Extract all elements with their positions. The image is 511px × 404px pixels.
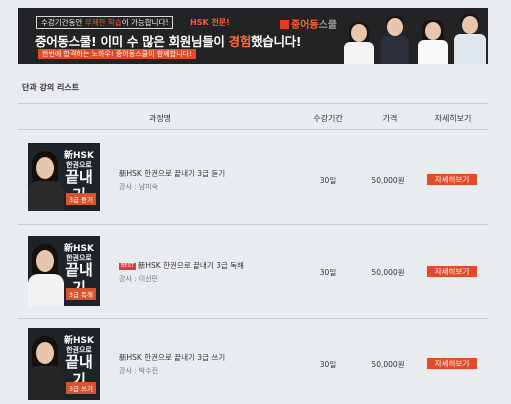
section-title: 단과 강의 리스트 <box>22 83 80 92</box>
thumbnail-level-badge: 3급 독해 <box>65 288 96 300</box>
detail-button[interactable]: 자세히보기 <box>427 266 477 277</box>
course-period: 30일 <box>319 176 337 185</box>
course-thumbnail[interactable]: 新HSK 한권으로 끝내기 3급 쓰기 <box>28 328 100 400</box>
course-teacher: 강사 : 남미숙 <box>119 183 159 191</box>
header-divider <box>18 129 488 130</box>
hsk-specialist-tag: HSK 전문! <box>190 18 230 27</box>
course-title-link[interactable]: 新HSK 한권으로 끝내기 3급 쓰기 <box>119 352 225 363</box>
course-price: 50,000원 <box>371 176 405 185</box>
promo-banner[interactable]: 수강기간동안 무제한 학습이 가능합니다! HSK 전문! 중어동스쿨 중어동스… <box>18 8 488 64</box>
header-course: 과정명 <box>148 114 172 123</box>
header-price: 가격 <box>382 114 398 123</box>
detail-button[interactable]: 자세히보기 <box>427 358 477 369</box>
course-period: 30일 <box>319 360 337 369</box>
course-price: 50,000원 <box>371 360 405 369</box>
course-thumbnail[interactable]: 新HSK 한권으로 끝내기 3급 독해 <box>28 236 100 306</box>
course-title-link[interactable]: 新HSK 한권으로 끝내기 3급 듣기 <box>119 168 225 179</box>
header-detail: 자세히보기 <box>434 114 472 123</box>
course-title-link[interactable]: BEST 新HSK 한권으로 끝내기 3급 독해 <box>119 260 244 271</box>
brand-logo: 중어동스쿨 <box>280 16 337 31</box>
logo-mark-icon <box>280 20 289 29</box>
teachers-photo <box>340 12 488 64</box>
header-period: 수강기간 <box>313 114 343 123</box>
table-top-divider <box>18 103 488 104</box>
banner-headline: 중어동스쿨! 이미 수 많은 회원님들이 경험했습니다! <box>35 34 302 49</box>
thumbnail-title: 新HSK 한권으로 끝내기 <box>64 336 94 389</box>
course-teacher: 강사 : 박수진 <box>119 367 159 375</box>
banner-subline: 한번에 합격하는 노하우! 중어동스쿨이 함께합니다! <box>38 49 196 59</box>
course-teacher: 강사 : 이선민 <box>119 275 159 283</box>
course-period: 30일 <box>319 268 337 277</box>
detail-button[interactable]: 자세히보기 <box>427 174 477 185</box>
row-divider <box>18 224 488 225</box>
thumbnail-level-badge: 3급 듣기 <box>65 193 96 205</box>
thumbnail-level-badge: 3급 쓰기 <box>65 382 96 394</box>
course-thumbnail[interactable]: 新HSK 한권으로 끝내기 3급 듣기 <box>28 143 100 211</box>
unlimited-study-tag: 수강기간동안 무제한 학습이 가능합니다! <box>36 16 174 29</box>
row-divider <box>18 318 488 319</box>
best-badge: BEST <box>119 263 136 270</box>
course-price: 50,000원 <box>371 268 405 277</box>
